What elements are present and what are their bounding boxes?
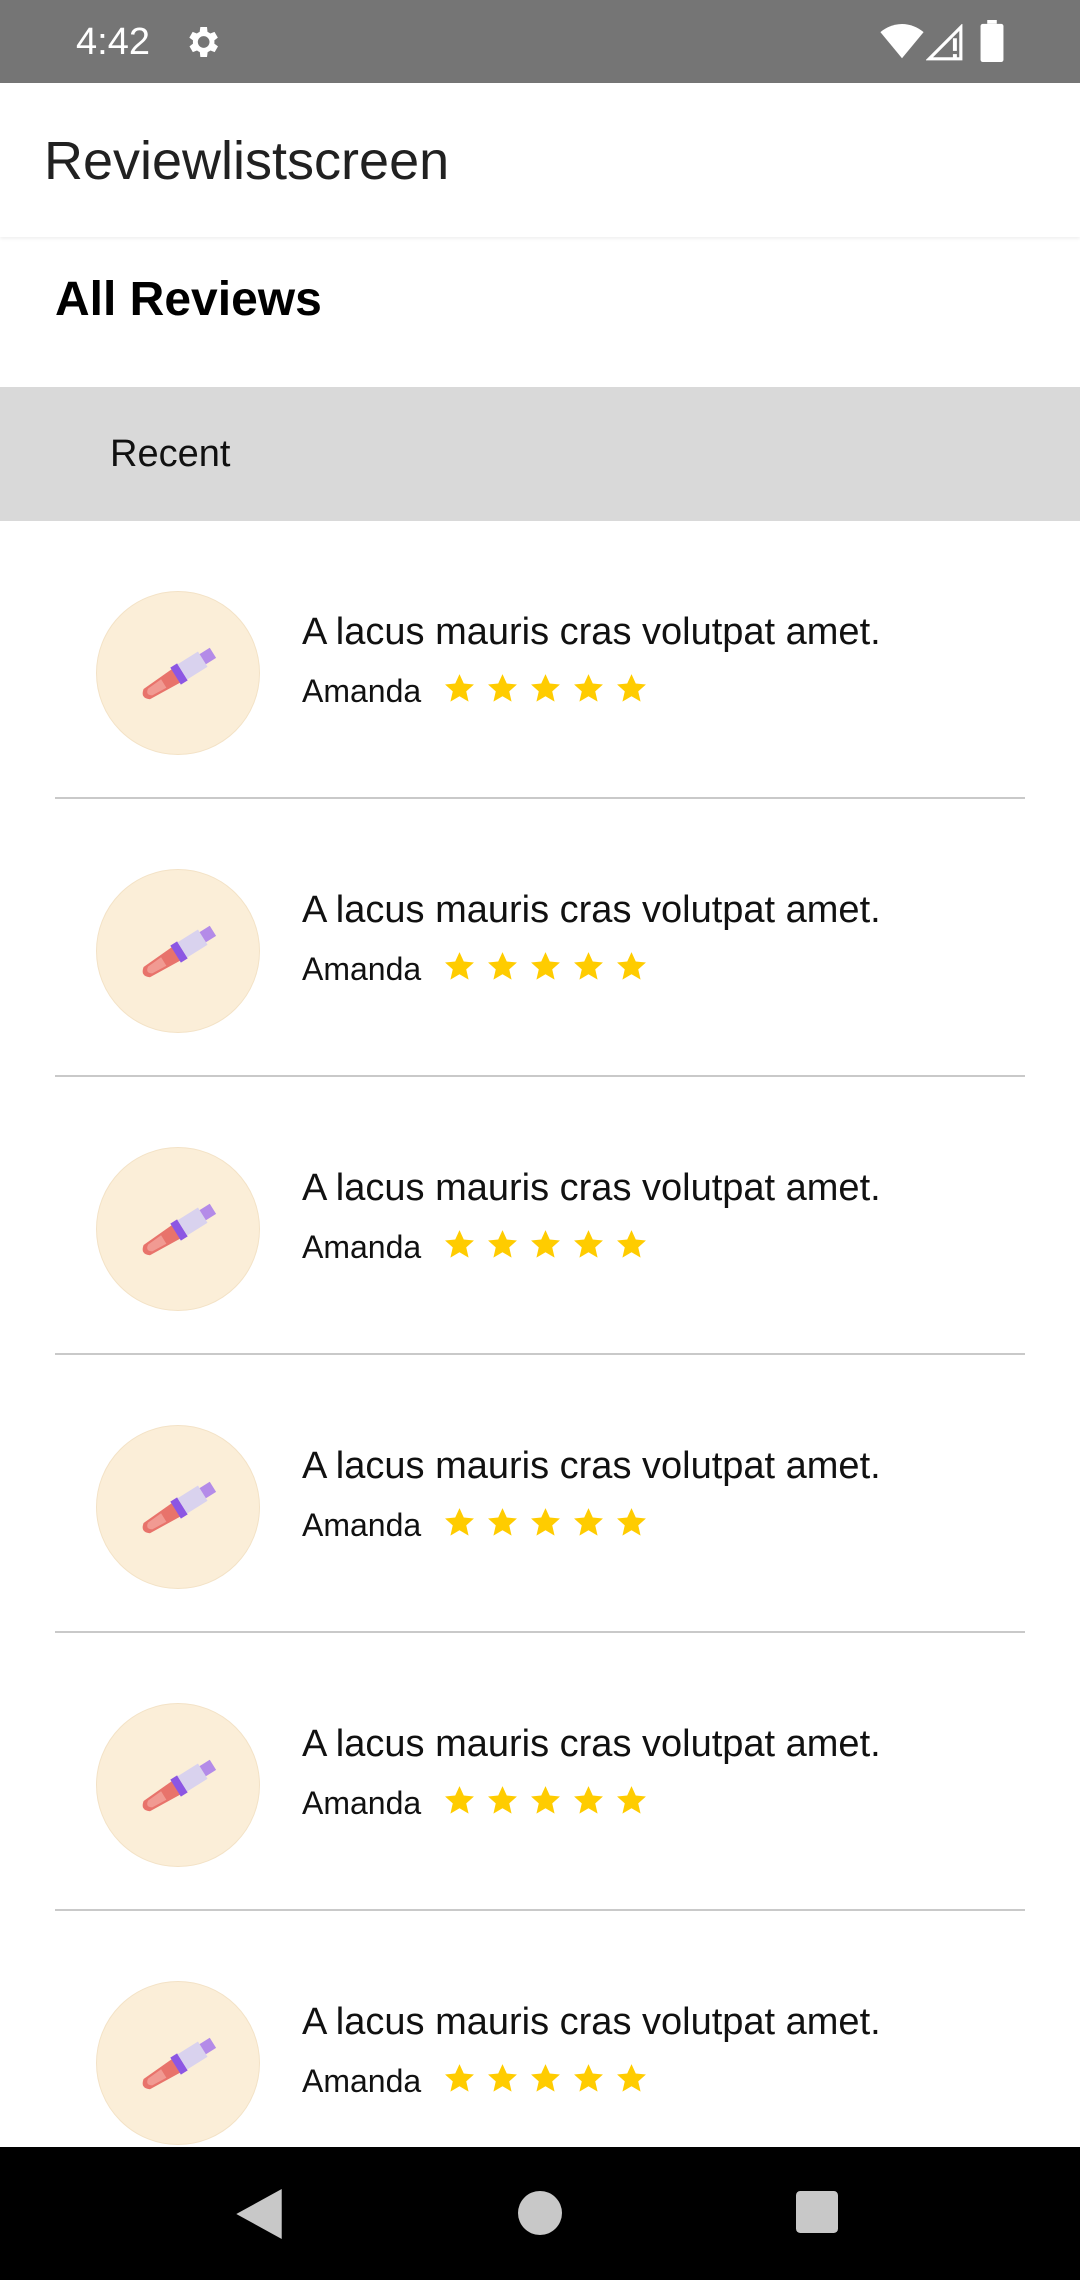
review-text: A lacus mauris cras volutpat amet. <box>302 1167 881 1209</box>
star-icon <box>574 2064 603 2092</box>
review-list-item[interactable]: A lacus mauris cras volutpat amet. Amanda <box>0 1077 1080 1355</box>
star-icon <box>574 674 603 702</box>
lipstick-icon <box>142 925 217 978</box>
star-icon <box>488 2064 517 2092</box>
avatar <box>96 1425 260 1589</box>
review-text: A lacus mauris cras volutpat amet. <box>302 1723 881 1765</box>
status-bar: 4:42 <box>0 0 1080 83</box>
lipstick-icon <box>142 2037 217 2090</box>
star-icon <box>617 674 646 702</box>
star-rating <box>443 1506 648 1542</box>
star-icon <box>574 1508 603 1536</box>
gear-icon <box>189 27 218 57</box>
reviewer-name: Amanda <box>302 1229 422 1265</box>
star-icon <box>488 1786 517 1814</box>
review-text: A lacus mauris cras volutpat amet. <box>302 2001 881 2043</box>
app-title: Reviewlistscreen <box>44 131 450 191</box>
navigation-bar <box>0 2147 1080 2280</box>
star-icon <box>445 2064 474 2092</box>
star-icon <box>445 674 474 702</box>
reviewer-name: Amanda <box>302 673 422 709</box>
star-rating <box>443 1228 648 1264</box>
avatar <box>96 1147 260 1311</box>
reviewer-name: Amanda <box>302 951 422 987</box>
avatar <box>96 869 260 1033</box>
review-text: A lacus mauris cras volutpat amet. <box>302 889 881 931</box>
star-icon <box>488 1230 517 1258</box>
star-icon <box>531 2064 560 2092</box>
review-text: A lacus mauris cras volutpat amet. <box>302 611 881 653</box>
star-icon <box>445 1230 474 1258</box>
star-icon <box>617 2064 646 2092</box>
star-icon <box>488 1508 517 1536</box>
star-icon <box>445 952 474 980</box>
avatar <box>96 1981 260 2145</box>
star-rating <box>443 950 648 986</box>
lipstick-icon <box>142 647 217 700</box>
recents-icon[interactable] <box>796 2191 838 2233</box>
star-icon <box>617 1786 646 1814</box>
star-icon <box>531 1230 560 1258</box>
lipstick-icon <box>142 1481 217 1534</box>
star-icon <box>617 1230 646 1258</box>
avatar <box>96 1703 260 1867</box>
star-icon <box>445 1786 474 1814</box>
signal-icon <box>926 24 963 61</box>
star-icon <box>531 674 560 702</box>
star-icon <box>488 952 517 980</box>
review-text: A lacus mauris cras volutpat amet. <box>302 1445 881 1487</box>
section-title: All Reviews <box>55 273 322 326</box>
battery-icon <box>980 20 1004 62</box>
star-icon <box>617 952 646 980</box>
review-list-item[interactable]: A lacus mauris cras volutpat amet. Amanda <box>0 1633 1080 1911</box>
screen: 4:42 Reviewlistscreen All Reviews Recent… <box>0 0 1080 2280</box>
avatar <box>96 591 260 755</box>
star-icon <box>617 1508 646 1536</box>
status-time: 4:42 <box>76 21 150 63</box>
recent-filter-bar[interactable]: Recent <box>0 387 1080 521</box>
wifi-icon <box>880 24 924 59</box>
lipstick-icon <box>142 1203 217 1256</box>
star-rating <box>443 672 648 708</box>
review-list-item[interactable]: A lacus mauris cras volutpat amet. Amanda <box>0 799 1080 1077</box>
reviewer-name: Amanda <box>302 2063 422 2099</box>
review-list[interactable]: A lacus mauris cras volutpat amet. Amanda… <box>0 521 1080 2147</box>
star-rating <box>443 2062 648 2098</box>
reviewer-name: Amanda <box>302 1785 422 1821</box>
star-icon <box>574 1230 603 1258</box>
review-list-item[interactable]: A lacus mauris cras volutpat amet. Amanda <box>0 1911 1080 2147</box>
reviewer-name: Amanda <box>302 1507 422 1543</box>
star-icon <box>488 674 517 702</box>
star-rating <box>443 1784 648 1820</box>
star-icon <box>531 1786 560 1814</box>
star-icon <box>531 1508 560 1536</box>
app-bar: Reviewlistscreen <box>0 83 1080 237</box>
review-list-item[interactable]: A lacus mauris cras volutpat amet. Amanda <box>0 1355 1080 1633</box>
review-list-item[interactable]: A lacus mauris cras volutpat amet. Amanda <box>0 521 1080 799</box>
star-icon <box>574 952 603 980</box>
star-icon <box>531 952 560 980</box>
home-icon[interactable] <box>518 2191 562 2235</box>
star-icon <box>574 1786 603 1814</box>
star-icon <box>445 1508 474 1536</box>
lipstick-icon <box>142 1759 217 1812</box>
recent-filter-label: Recent <box>110 433 231 475</box>
back-icon[interactable] <box>236 2189 282 2239</box>
